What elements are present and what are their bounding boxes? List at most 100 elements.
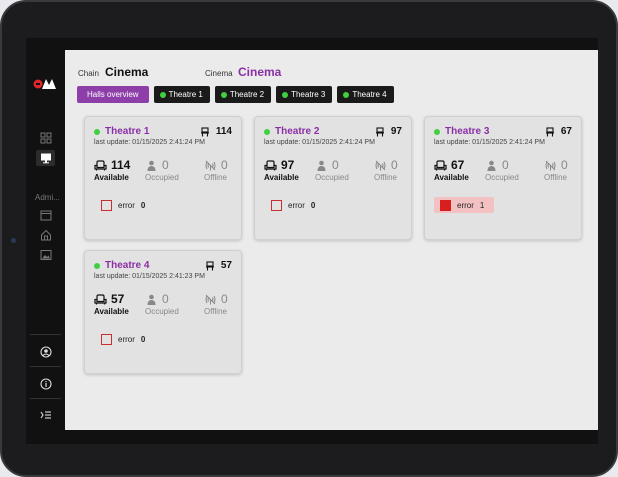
capacity-value: 97 [390,126,402,137]
available-label: Available [434,173,469,182]
seat-capacity: 57 [205,260,232,271]
last-update-text: last update: 01/15/2025 2:41:24 PM [94,139,205,146]
seat-icon [545,126,554,136]
error-indicator[interactable]: error 0 [101,331,145,347]
theatre-name[interactable]: Theatre 4 [105,260,149,271]
theatre-name[interactable]: Theatre 3 [445,126,489,137]
tablet-frame: Admi... Chain Cinema Cinema Cinema Halls… [0,0,618,477]
seat-icon [375,126,384,136]
theatre-name[interactable]: Theatre 2 [275,126,319,137]
theatre-card[interactable]: Theatre 4 last update: 01/15/2025 2:41:2… [84,250,242,374]
tab-theatre-1[interactable]: Theatre 1 [153,86,210,103]
occupied-label: Occupied [315,173,349,182]
theatre-card[interactable]: Theatre 2 last update: 01/15/2025 2:41:2… [254,116,412,240]
offline-label: Offline [204,173,227,182]
error-count: 1 [479,200,485,210]
offline-count: 0 [561,158,568,172]
chain-label: Chain [78,69,99,78]
error-label: error [118,200,135,210]
sidebar-divider [30,398,61,399]
offline-count: 0 [391,158,398,172]
offline-count: 0 [221,292,228,306]
tab-theatre-4[interactable]: Theatre 4 [337,86,394,103]
armchair-icon [94,159,107,170]
tab-label: Theatre 2 [229,90,265,99]
person-icon [147,160,156,171]
error-label: error [288,200,305,210]
calendar-icon[interactable] [36,207,55,223]
online-status-dot [434,129,440,135]
offline-stat: 0 Offline [204,292,228,316]
chain-value[interactable]: Cinema [105,65,148,79]
person-icon [317,160,326,171]
last-update-text: last update: 01/15/2025 2:41:23 PM [94,273,205,280]
image-icon[interactable] [36,247,55,263]
occupied-label: Occupied [145,307,179,316]
person-icon [487,160,496,171]
capacity-value: 57 [220,260,232,271]
sidebar-section-label: Admi... [35,193,60,202]
theatre-card[interactable]: Theatre 1 last update: 01/15/2025 2:41:2… [84,116,242,240]
available-stat: 67 Available [434,158,469,182]
occupied-count: 0 [162,158,169,172]
sidebar: Admi... [26,50,65,430]
offline-stat: 0 Offline [204,158,228,182]
error-square-icon [271,199,282,211]
seat-capacity: 114 [200,126,232,137]
theatre-name[interactable]: Theatre 1 [105,126,149,137]
cinema-value[interactable]: Cinema [238,65,281,79]
cinema-label: Cinema [205,69,233,78]
error-square-icon [101,199,112,211]
online-status-dot [94,263,100,269]
armchair-icon [434,159,447,170]
error-indicator[interactable]: error 1 [434,197,495,213]
offline-stat: 0 Offline [544,158,568,182]
error-indicator[interactable]: error 0 [271,197,315,213]
tab-theatre-3[interactable]: Theatre 3 [276,86,333,103]
tab-label: Theatre 1 [168,90,203,99]
occupied-stat: 0 Occupied [485,158,519,182]
last-update-text: last update: 01/15/2025 2:41:24 PM [264,139,375,146]
monitor-icon[interactable] [36,150,55,166]
available-count: 114 [111,158,131,172]
armchair-icon [94,293,107,304]
offline-count: 0 [221,158,228,172]
person-icon [147,294,156,305]
tab-halls-overview[interactable]: Halls overview [77,86,149,103]
capacity-value: 67 [560,126,572,137]
available-label: Available [94,307,129,316]
theatre-card[interactable]: Theatre 3 last update: 01/15/2025 2:41:2… [424,116,582,240]
home-icon[interactable] [36,227,55,243]
collapse-menu-icon[interactable] [36,407,55,423]
error-count: 0 [310,200,316,210]
tab-label: Theatre 4 [352,90,387,99]
seat-capacity: 97 [375,126,402,137]
signal-off-icon [545,160,556,170]
dashboard-icon[interactable] [36,130,55,146]
seat-icon [205,260,214,270]
occupied-stat: 0 Occupied [145,292,179,316]
error-square-icon [101,333,112,345]
offline-stat: 0 Offline [374,158,398,182]
available-label: Available [264,173,299,182]
tab-label: Theatre 3 [291,90,326,99]
tab-theatre-2[interactable]: Theatre 2 [214,86,272,103]
camera [11,238,16,243]
error-label: error [118,334,135,344]
bottom-bar [26,430,598,444]
available-count: 67 [451,158,465,172]
error-square-icon [440,199,451,211]
seat-icon [200,126,209,136]
occupied-label: Occupied [145,173,179,182]
occupied-stat: 0 Occupied [145,158,179,182]
online-status-dot [282,91,289,98]
info-icon[interactable] [36,376,55,392]
available-count: 97 [281,158,295,172]
error-label: error [457,200,474,210]
online-status-dot [159,91,166,98]
user-account-icon[interactable] [36,344,55,360]
seat-capacity: 67 [545,126,572,137]
available-label: Available [94,173,129,182]
hall-tabs: Halls overview Theatre 1 Theatre 2 Theat… [77,86,394,103]
error-indicator[interactable]: error 0 [101,197,145,213]
